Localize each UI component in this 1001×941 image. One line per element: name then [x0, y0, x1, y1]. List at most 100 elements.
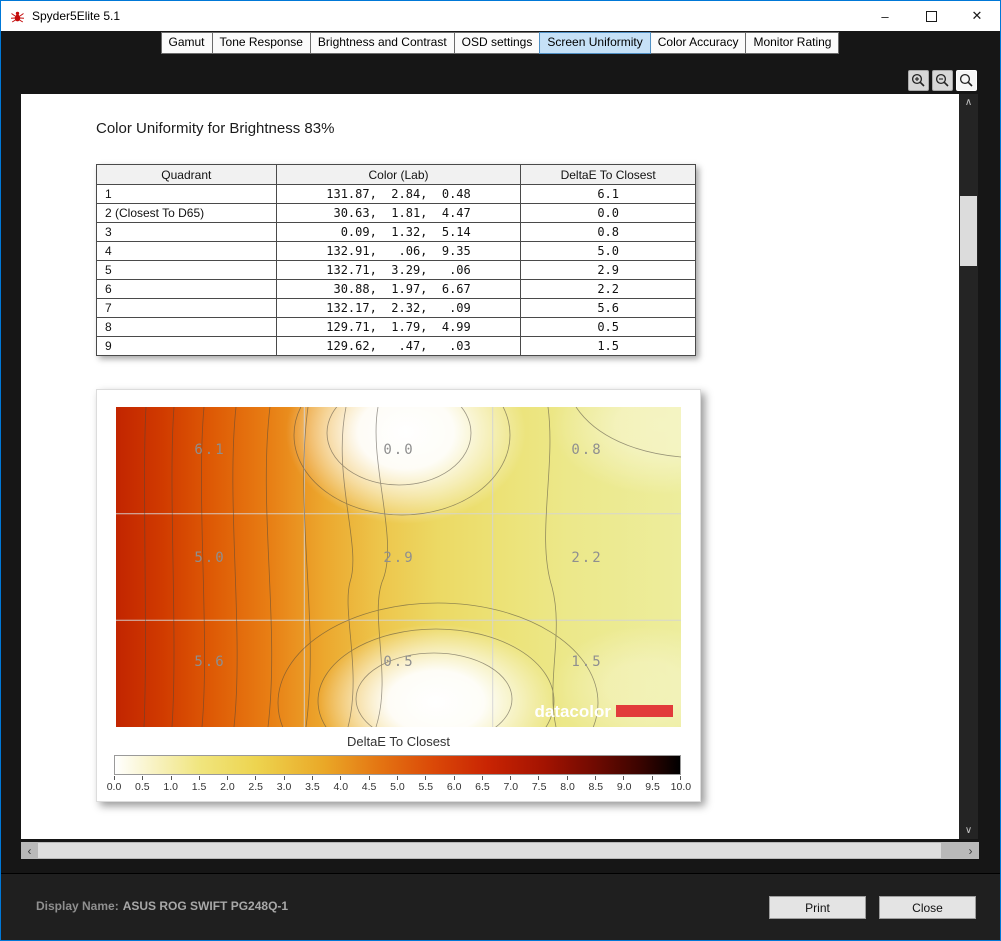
quadrant-cell: 8: [97, 318, 277, 337]
maximize-button[interactable]: [908, 1, 954, 31]
map-cell-label: 1.5: [571, 654, 602, 670]
tab-gamut[interactable]: Gamut: [161, 32, 213, 54]
deltae-cell: 5.0: [521, 242, 696, 261]
scroll-left-arrow-icon[interactable]: ‹: [21, 842, 38, 859]
deltae-cell: 2.9: [521, 261, 696, 280]
tick-label: 10.0: [667, 781, 695, 793]
print-button[interactable]: Print: [769, 896, 866, 919]
deltae-cell: 0.0: [521, 204, 696, 223]
lab-cell: 30.88, 1.97, 6.67: [276, 280, 521, 299]
quadrant-cell: 9: [97, 337, 277, 356]
tick-label: 8.5: [582, 781, 610, 793]
app-spider-icon: [10, 9, 25, 24]
report-document: Color Uniformity for Brightness 83% Quad…: [21, 94, 959, 839]
zoom-out-button[interactable]: [932, 70, 953, 91]
zoom-out-icon: [935, 73, 950, 88]
lab-cell: 132.17, 2.32, .09: [276, 299, 521, 318]
tick-label: 8.0: [554, 781, 582, 793]
zoom-toolbar: [908, 70, 977, 91]
tick-label: 0.0: [100, 781, 128, 793]
table-row: 8129.71, 1.79, 4.990.5: [97, 318, 696, 337]
col-deltae: DeltaE To Closest: [521, 165, 696, 185]
table-row: 1131.87, 2.84, 0.486.1: [97, 185, 696, 204]
lab-cell: 132.91, .06, 9.35: [276, 242, 521, 261]
colorbar-ticks: [114, 776, 681, 780]
map-cell-label: 2.2: [571, 550, 602, 566]
title-area: Spyder5Elite 5.1: [10, 1, 120, 31]
vertical-scrollbar-thumb[interactable]: [960, 196, 977, 266]
quadrant-cell: 5: [97, 261, 277, 280]
lab-cell: 30.63, 1.81, 4.47: [276, 204, 521, 223]
deltae-cell: 2.2: [521, 280, 696, 299]
map-cell-label: 5.0: [194, 550, 225, 566]
lab-cell: 131.87, 2.84, 0.48: [276, 185, 521, 204]
quadrant-cell: 3: [97, 223, 277, 242]
deltae-cell: 5.6: [521, 299, 696, 318]
tick-label: 7.5: [525, 781, 553, 793]
scroll-up-arrow-icon[interactable]: ∧: [959, 94, 978, 111]
scroll-right-arrow-icon[interactable]: ›: [962, 842, 979, 859]
minimize-button[interactable]: –: [862, 1, 908, 31]
table-row: 9129.62, .47, .031.5: [97, 337, 696, 356]
quadrant-cell: 6: [97, 280, 277, 299]
horizontal-scrollbar[interactable]: ‹ ›: [21, 842, 979, 859]
lab-cell: 0.09, 1.32, 5.14: [276, 223, 521, 242]
tab-osd-settings[interactable]: OSD settings: [454, 32, 541, 54]
deltae-cell: 6.1: [521, 185, 696, 204]
tab-monitor-rating[interactable]: Monitor Rating: [745, 32, 839, 54]
magnifier-icon: [959, 73, 974, 88]
tick-label: 5.0: [383, 781, 411, 793]
quadrant-cell: 2 (Closest To D65): [97, 204, 277, 223]
zoom-fit-button[interactable]: [956, 70, 977, 91]
close-dialog-button[interactable]: Close: [879, 896, 976, 919]
tick-label: 3.0: [270, 781, 298, 793]
map-cell-label: 6.1: [194, 442, 225, 458]
window-title: Spyder5Elite 5.1: [32, 9, 120, 23]
tab-screen-uniformity[interactable]: Screen Uniformity: [539, 32, 650, 54]
tick-label: 7.0: [497, 781, 525, 793]
col-color-lab: Color (Lab): [276, 165, 521, 185]
scroll-down-arrow-icon[interactable]: ∨: [959, 822, 978, 839]
tab-bar: Gamut Tone Response Brightness and Contr…: [162, 32, 840, 54]
uniformity-map-card: 6.1 0.0 0.8 5.0 2.9 2.2 5.6 0.5 1.5 data…: [96, 389, 701, 802]
display-name-label: Display Name:: [36, 899, 119, 913]
datacolor-logo-text: datacolor: [534, 702, 611, 721]
zoom-in-icon: [911, 73, 926, 88]
tick-label: 1.5: [185, 781, 213, 793]
deltae-cell: 1.5: [521, 337, 696, 356]
quadrant-cell: 4: [97, 242, 277, 261]
tick-label: 2.0: [213, 781, 241, 793]
tick-label: 9.0: [610, 781, 638, 793]
tick-label: 6.0: [440, 781, 468, 793]
datacolor-logo-bar: [616, 705, 673, 717]
tab-tone-response[interactable]: Tone Response: [212, 32, 311, 54]
tick-label: 2.5: [242, 781, 270, 793]
tab-color-accuracy[interactable]: Color Accuracy: [650, 32, 747, 54]
minimize-icon: –: [881, 9, 888, 24]
table-row: 7132.17, 2.32, .095.6: [97, 299, 696, 318]
tab-brightness-and-contrast[interactable]: Brightness and Contrast: [310, 32, 455, 54]
map-cell-label: 0.5: [383, 654, 414, 670]
tick-label: 4.5: [355, 781, 383, 793]
tick-label: 1.0: [157, 781, 185, 793]
quadrant-cell: 7: [97, 299, 277, 318]
table-row: 5132.71, 3.29, .062.9: [97, 261, 696, 280]
table-header-row: Quadrant Color (Lab) DeltaE To Closest: [97, 165, 696, 185]
col-quadrant: Quadrant: [97, 165, 277, 185]
uniformity-table: Quadrant Color (Lab) DeltaE To Closest 1…: [96, 164, 696, 356]
deltae-cell: 0.8: [521, 223, 696, 242]
lab-cell: 129.62, .47, .03: [276, 337, 521, 356]
lab-cell: 129.71, 1.79, 4.99: [276, 318, 521, 337]
table-row: 6 30.88, 1.97, 6.672.2: [97, 280, 696, 299]
horizontal-scrollbar-thumb[interactable]: [38, 843, 941, 858]
tick-label: 5.5: [412, 781, 440, 793]
close-button[interactable]: ✕: [954, 1, 1000, 31]
table-row: 2 (Closest To D65) 30.63, 1.81, 4.470.0: [97, 204, 696, 223]
tick-label: 9.5: [639, 781, 667, 793]
tick-label: 4.0: [327, 781, 355, 793]
vertical-scrollbar[interactable]: ∧ ∨: [959, 94, 978, 839]
quadrant-cell: 1: [97, 185, 277, 204]
tick-label: 0.5: [128, 781, 156, 793]
display-name-value: ASUS ROG SWIFT PG248Q-1: [123, 899, 288, 913]
zoom-in-button[interactable]: [908, 70, 929, 91]
